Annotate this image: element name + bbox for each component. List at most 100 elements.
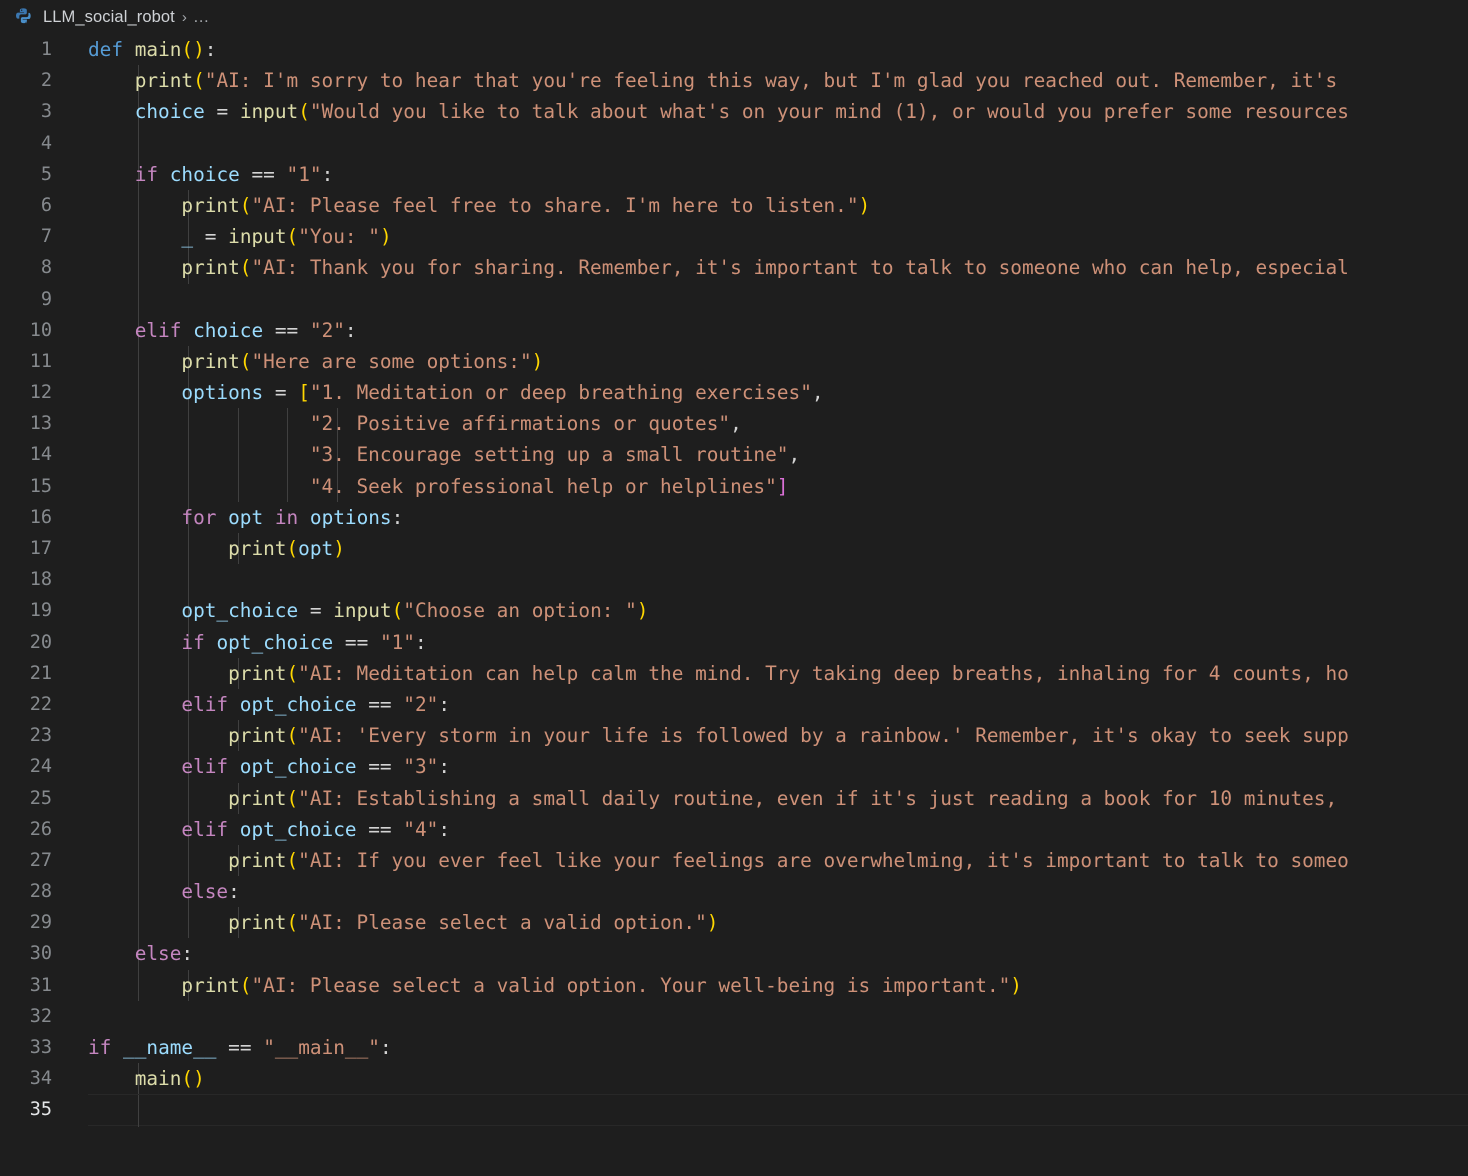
code-line[interactable]: 32 (0, 1001, 1468, 1032)
code-line-content[interactable]: "4. Seek professional help or helplines"… (88, 471, 1468, 502)
code-text: print("AI: Please select a valid option.… (88, 907, 718, 938)
code-lines-container[interactable]: 1def main():2 print("AI: I'm sorry to he… (0, 34, 1468, 1126)
code-line[interactable]: 19 opt_choice = input("Choose an option:… (0, 595, 1468, 626)
breadcrumb-symbol-ellipsis[interactable]: … (193, 8, 211, 27)
code-line[interactable]: 21 print("AI: Meditation can help calm t… (0, 658, 1468, 689)
code-line-content[interactable]: elif opt_choice == "3": (88, 751, 1468, 782)
code-line[interactable]: 20 if opt_choice == "1": (0, 627, 1468, 658)
code-line[interactable]: 2 print("AI: I'm sorry to hear that you'… (0, 65, 1468, 96)
code-line[interactable]: 15 "4. Seek professional help or helplin… (0, 471, 1468, 502)
code-line-content[interactable]: opt_choice = input("Choose an option: ") (88, 595, 1468, 626)
line-number: 17 (0, 533, 52, 564)
code-line[interactable]: 5 if choice == "1": (0, 159, 1468, 190)
code-line-content[interactable]: print("AI: I'm sorry to hear that you're… (88, 65, 1468, 96)
code-line-content[interactable]: options = ["1. Meditation or deep breath… (88, 377, 1468, 408)
code-line-content[interactable]: choice = input("Would you like to talk a… (88, 96, 1468, 127)
line-number: 8 (0, 252, 52, 283)
code-line[interactable]: 14 "3. Encourage setting up a small rout… (0, 439, 1468, 470)
line-number: 35 (0, 1094, 52, 1125)
code-line-content[interactable]: else: (88, 876, 1468, 907)
code-line[interactable]: 6 print("AI: Please feel free to share. … (0, 190, 1468, 221)
code-text: def main(): (88, 34, 216, 65)
code-line-content[interactable]: print("AI: Meditation can help calm the … (88, 658, 1468, 689)
code-line-content[interactable]: print("AI: Thank you for sharing. Rememb… (88, 252, 1468, 283)
code-line-content[interactable]: print(opt) (88, 533, 1468, 564)
code-line-content[interactable]: "3. Encourage setting up a small routine… (88, 439, 1468, 470)
code-line[interactable]: 12 options = ["1. Meditation or deep bre… (0, 377, 1468, 408)
code-line-content[interactable]: print("AI: If you ever feel like your fe… (88, 845, 1468, 876)
code-line-content[interactable]: def main(): (88, 34, 1468, 65)
code-text: print("AI: Establishing a small daily ro… (88, 783, 1337, 814)
line-number: 11 (0, 346, 52, 377)
code-text: elif opt_choice == "2": (88, 689, 450, 720)
code-line-content[interactable]: else: (88, 938, 1468, 969)
code-line[interactable]: 7 _ = input("You: ") (0, 221, 1468, 252)
code-line[interactable]: 25 print("AI: Establishing a small daily… (0, 783, 1468, 814)
code-line[interactable]: 9 (0, 284, 1468, 315)
line-number: 23 (0, 720, 52, 751)
code-line[interactable]: 34 main() (0, 1063, 1468, 1094)
code-line-content[interactable]: main() (88, 1063, 1468, 1094)
code-line[interactable]: 16 for opt in options: (0, 502, 1468, 533)
code-line-content[interactable]: _ = input("You: ") (88, 221, 1468, 252)
code-line-content[interactable]: print("Here are some options:") (88, 346, 1468, 377)
code-line[interactable]: 26 elif opt_choice == "4": (0, 814, 1468, 845)
code-line-content[interactable]: print("AI: 'Every storm in your life is … (88, 720, 1468, 751)
code-line[interactable]: 17 print(opt) (0, 533, 1468, 564)
code-line-content[interactable]: if __name__ == "__main__": (88, 1032, 1468, 1063)
code-line[interactable]: 29 print("AI: Please select a valid opti… (0, 907, 1468, 938)
code-line-content[interactable]: print("AI: Please feel free to share. I'… (88, 190, 1468, 221)
indent-guide (138, 284, 139, 315)
code-line[interactable]: 8 print("AI: Thank you for sharing. Reme… (0, 252, 1468, 283)
code-line[interactable]: 1def main(): (0, 34, 1468, 65)
code-line[interactable]: 24 elif opt_choice == "3": (0, 751, 1468, 782)
code-line[interactable]: 22 elif opt_choice == "2": (0, 689, 1468, 720)
code-line-content[interactable]: elif choice == "2": (88, 315, 1468, 346)
code-line[interactable]: 35 (0, 1094, 1468, 1125)
code-line[interactable]: 4 (0, 128, 1468, 159)
code-line-content[interactable] (88, 1001, 1468, 1032)
code-line[interactable]: 13 "2. Positive affirmations or quotes", (0, 408, 1468, 439)
line-number: 31 (0, 970, 52, 1001)
code-line[interactable]: 28 else: (0, 876, 1468, 907)
line-number: 14 (0, 439, 52, 470)
code-line-content[interactable]: print("AI: Establishing a small daily ro… (88, 783, 1468, 814)
code-text: if opt_choice == "1": (88, 627, 427, 658)
code-line-content[interactable]: elif opt_choice == "2": (88, 689, 1468, 720)
code-line-content[interactable] (88, 284, 1468, 315)
line-number: 10 (0, 315, 52, 346)
python-file-icon (14, 7, 34, 27)
indent-guide (138, 564, 139, 595)
code-line[interactable]: 11 print("Here are some options:") (0, 346, 1468, 377)
code-line[interactable]: 18 (0, 564, 1468, 595)
code-line-content[interactable]: if opt_choice == "1": (88, 627, 1468, 658)
code-line-content[interactable] (88, 1094, 1468, 1125)
code-line[interactable]: 23 print("AI: 'Every storm in your life … (0, 720, 1468, 751)
code-line-content[interactable]: print("AI: Please select a valid option.… (88, 970, 1468, 1001)
breadcrumb-file-label[interactable]: LLM_social_robot (43, 8, 175, 27)
code-text: for opt in options: (88, 502, 403, 533)
code-line[interactable]: 3 choice = input("Would you like to talk… (0, 96, 1468, 127)
line-number: 12 (0, 377, 52, 408)
code-line-content[interactable]: "2. Positive affirmations or quotes", (88, 408, 1468, 439)
code-line[interactable]: 10 elif choice == "2": (0, 315, 1468, 346)
code-text: if __name__ == "__main__": (88, 1032, 392, 1063)
line-number: 13 (0, 408, 52, 439)
code-line[interactable]: 31 print("AI: Please select a valid opti… (0, 970, 1468, 1001)
code-line-content[interactable]: print("AI: Please select a valid option.… (88, 907, 1468, 938)
code-line-content[interactable] (88, 564, 1468, 595)
code-line-content[interactable]: elif opt_choice == "4": (88, 814, 1468, 845)
code-text: main() (88, 1063, 205, 1094)
code-line-content[interactable] (88, 128, 1468, 159)
indent-guide (138, 128, 139, 159)
indent-guide (138, 1095, 139, 1126)
code-line-content[interactable]: for opt in options: (88, 502, 1468, 533)
line-number: 9 (0, 284, 52, 315)
code-line[interactable]: 33if __name__ == "__main__": (0, 1032, 1468, 1063)
code-editor[interactable]: 1def main():2 print("AI: I'm sorry to he… (0, 34, 1468, 1176)
code-line[interactable]: 27 print("AI: If you ever feel like your… (0, 845, 1468, 876)
code-line[interactable]: 30 else: (0, 938, 1468, 969)
code-line-content[interactable]: if choice == "1": (88, 159, 1468, 190)
code-text: choice = input("Would you like to talk a… (88, 96, 1349, 127)
line-number: 27 (0, 845, 52, 876)
